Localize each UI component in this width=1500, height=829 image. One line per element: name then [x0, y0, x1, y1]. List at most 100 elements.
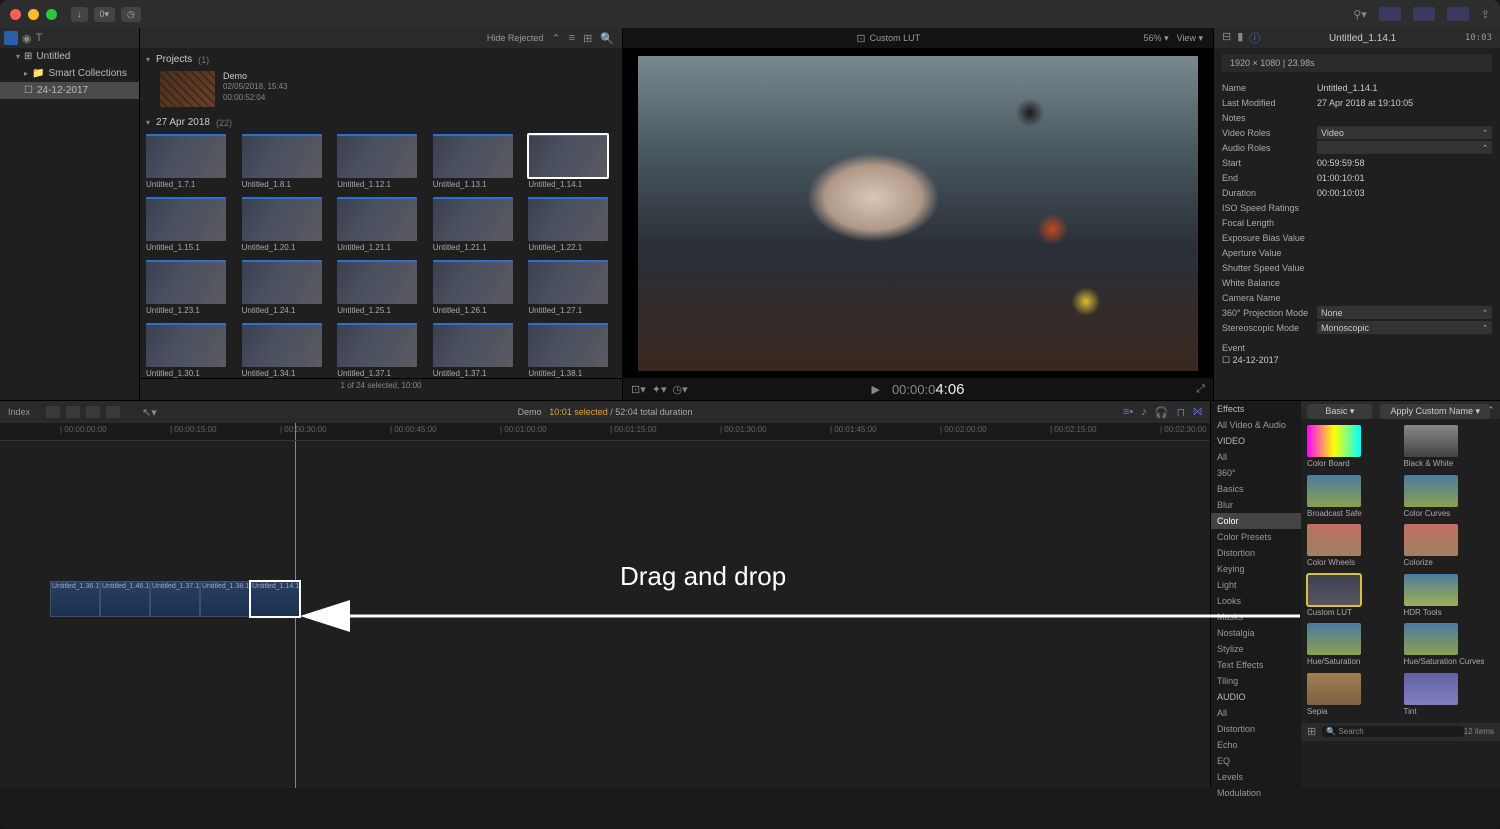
browser-clip[interactable]: Untitled_1.23.1 — [146, 260, 234, 315]
import-button[interactable]: ↓ — [71, 7, 88, 22]
filmstrip-view-button[interactable]: ≡ — [569, 32, 575, 44]
effects-category[interactable]: Nostalgia — [1211, 625, 1301, 641]
timeline-ruler[interactable]: | 00:00:00:00| 00:00:15:00| 00:00:30:00|… — [0, 423, 1210, 441]
effect-item[interactable]: Hue/Saturation — [1307, 623, 1398, 667]
browser-clip[interactable]: Untitled_1.37.1 — [433, 323, 521, 378]
effect-item[interactable]: Tint — [1404, 673, 1495, 717]
effects-category[interactable]: Looks — [1211, 593, 1301, 609]
browser-clip[interactable]: Untitled_1.30.1 — [146, 323, 234, 378]
apply-custom-name-dropdown[interactable]: Apply Custom Name ▾ — [1380, 404, 1490, 419]
effects-category[interactable]: Blur — [1211, 497, 1301, 513]
effects-category[interactable]: Stylize — [1211, 641, 1301, 657]
effects-category[interactable]: Levels — [1211, 769, 1301, 785]
inspector-select[interactable]: ⌃ — [1317, 141, 1492, 154]
tl-tool-1[interactable] — [46, 406, 60, 418]
keyword-button[interactable]: 0▾ — [94, 7, 116, 22]
effect-item[interactable]: Color Wheels — [1307, 524, 1398, 568]
effects-category[interactable]: All — [1211, 449, 1301, 465]
maximize-window-button[interactable] — [46, 9, 57, 20]
effects-thumbs-button[interactable]: ⊞ — [1307, 725, 1316, 738]
timeline-clip[interactable]: Untitled_1.46.1 — [100, 581, 150, 617]
browser-clip[interactable]: Untitled_1.27.1 — [528, 260, 616, 315]
hide-rejected-button[interactable]: Hide Rejected — [487, 33, 544, 43]
share-icon[interactable]: ⇪ — [1481, 8, 1490, 21]
timeline-clip[interactable]: Untitled_1.14.1 — [250, 581, 300, 617]
skimming-button[interactable]: ≡• — [1123, 406, 1133, 418]
library-tab-icon[interactable] — [4, 31, 18, 45]
effects-category[interactable]: Effects — [1211, 401, 1301, 417]
effects-category[interactable]: VIDEO — [1211, 433, 1301, 449]
browser-clip[interactable]: Untitled_1.37.1 — [337, 323, 425, 378]
link-icon[interactable]: ⚲▾ — [1353, 8, 1367, 21]
inspector-select[interactable]: Video⌃ — [1317, 126, 1492, 139]
minimize-window-button[interactable] — [28, 9, 39, 20]
viewer-frame[interactable] — [638, 56, 1198, 371]
effect-item[interactable]: HDR Tools — [1404, 574, 1495, 618]
snap-button[interactable]: ⊓ — [1176, 406, 1185, 419]
effects-category[interactable]: Tiling — [1211, 673, 1301, 689]
inspector-video-tab[interactable]: ⊟ — [1222, 30, 1231, 46]
effects-category[interactable]: Distortion — [1211, 545, 1301, 561]
close-window-button[interactable] — [10, 9, 21, 20]
effect-item[interactable]: Hue/Saturation Curves — [1404, 623, 1495, 667]
browser-clip[interactable]: Untitled_1.7.1 — [146, 134, 234, 189]
retime-button[interactable]: ◷▾ — [673, 383, 688, 396]
solo-button[interactable]: 🎧 — [1155, 406, 1169, 419]
effects-category[interactable]: Distortion — [1211, 721, 1301, 737]
effect-item[interactable]: Custom LUT — [1307, 574, 1398, 618]
project-item[interactable]: Demo 02/05/2018, 15:43 00:00:52:04 — [160, 71, 616, 107]
effects-category[interactable]: Color Presets — [1211, 529, 1301, 545]
transform-button[interactable]: ⊡▾ — [631, 383, 646, 396]
effect-item[interactable]: Color Curves — [1404, 475, 1495, 519]
play-button[interactable]: ▶ — [871, 383, 879, 396]
enhance-button[interactable]: ✦▾ — [652, 383, 667, 396]
view-dropdown[interactable]: View ▾ — [1177, 33, 1203, 44]
effects-category[interactable]: Masks — [1211, 609, 1301, 625]
titles-tab-icon[interactable]: T — [36, 32, 43, 44]
photos-tab-icon[interactable]: ◉ — [22, 32, 32, 45]
browser-clip[interactable]: Untitled_1.13.1 — [433, 134, 521, 189]
timeline-clip[interactable]: Untitled_1.38.1 — [200, 581, 250, 617]
inspector-filmstrip-tab[interactable]: ▮ — [1237, 30, 1243, 46]
bg-tasks-button[interactable]: ◷ — [121, 7, 141, 22]
effect-item[interactable]: Colorize — [1404, 524, 1495, 568]
effects-category[interactable]: AUDIO — [1211, 689, 1301, 705]
browser-clip[interactable]: Untitled_1.14.1 — [528, 134, 616, 189]
effects-category[interactable]: Light — [1211, 577, 1301, 593]
effects-category[interactable]: 360° — [1211, 465, 1301, 481]
browser-clip[interactable]: Untitled_1.8.1 — [242, 134, 330, 189]
browser-clip[interactable]: Untitled_1.21.1 — [433, 197, 521, 252]
search-button[interactable]: 🔍 — [600, 32, 614, 45]
timeline-clip[interactable]: Untitled_1.36.1 — [50, 581, 100, 617]
browser-clip[interactable]: Untitled_1.20.1 — [242, 197, 330, 252]
browser-clip[interactable]: Untitled_1.38.1 — [528, 323, 616, 378]
browser-clip[interactable]: Untitled_1.25.1 — [337, 260, 425, 315]
effect-item[interactable]: Broadcast Safe — [1307, 475, 1398, 519]
effect-item[interactable]: Black & White — [1404, 425, 1495, 469]
layout-1-button[interactable] — [1379, 7, 1401, 21]
select-tool[interactable]: ↖▾ — [142, 406, 157, 419]
timeline-clip[interactable]: Untitled_1.37.1 — [150, 581, 200, 617]
layout-2-button[interactable] — [1413, 7, 1435, 21]
tl-tool-3[interactable] — [86, 406, 100, 418]
tl-tool-4[interactable] — [106, 406, 120, 418]
effects-category[interactable]: EQ — [1211, 753, 1301, 769]
metadata-view-dropdown[interactable]: Basic ▾ — [1307, 404, 1372, 419]
layout-3-button[interactable] — [1447, 7, 1469, 21]
zoom-dropdown[interactable]: 56% ▾ — [1144, 33, 1169, 44]
index-button[interactable]: Index — [8, 407, 30, 417]
sidebar-smart-collections[interactable]: ▸📁 Smart Collections — [0, 65, 139, 82]
effects-category[interactable]: Keying — [1211, 561, 1301, 577]
list-view-button[interactable]: ⊞ — [583, 32, 592, 45]
effects-category[interactable]: Color — [1211, 513, 1301, 529]
effects-category[interactable]: Text Effects — [1211, 657, 1301, 673]
inspector-select[interactable]: None⌃ — [1317, 306, 1492, 319]
effects-search[interactable]: 🔍 Search — [1322, 726, 1464, 737]
inspector-info-tab[interactable]: ⓘ — [1249, 30, 1260, 46]
browser-clip[interactable]: Untitled_1.34.1 — [242, 323, 330, 378]
tl-tool-2[interactable] — [66, 406, 80, 418]
effects-category[interactable]: All Video & Audio — [1211, 417, 1301, 433]
effect-item[interactable]: Color Board — [1307, 425, 1398, 469]
fullscreen-button[interactable]: ⤢ — [1196, 383, 1205, 396]
browser-clip[interactable]: Untitled_1.22.1 — [528, 197, 616, 252]
